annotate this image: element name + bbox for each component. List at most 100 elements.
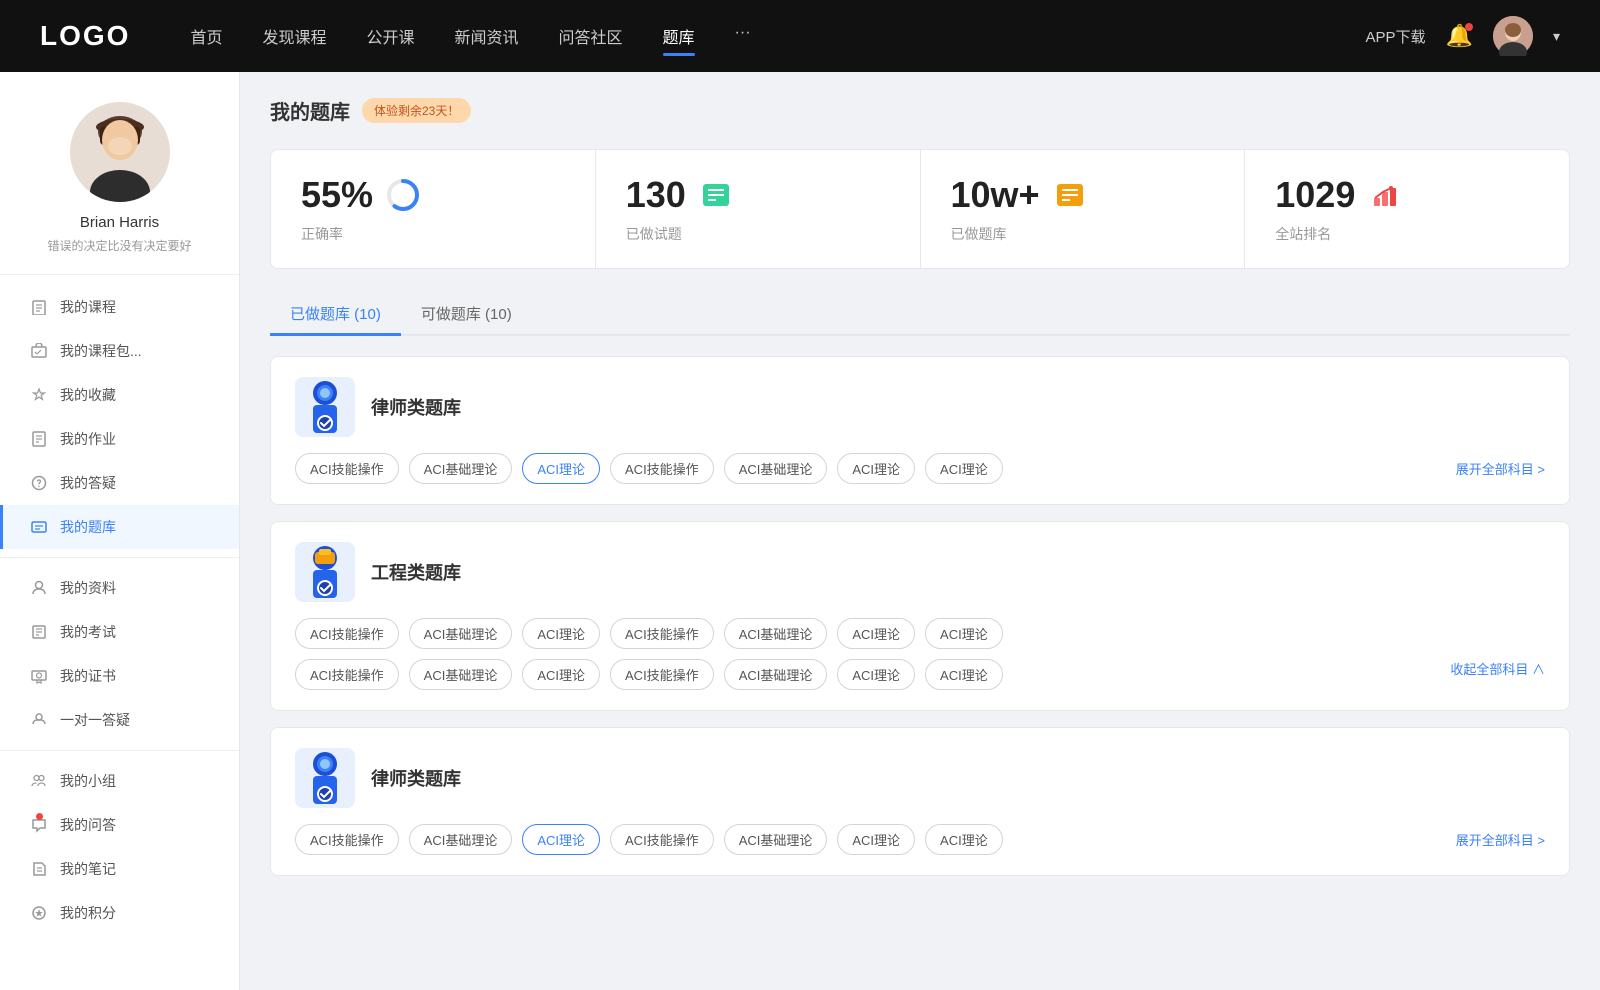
sidebar-item-questions[interactable]: 我的答疑 <box>0 461 239 505</box>
main-content: 我的题库 体验剩余23天！ 55% 正确率 13 <box>240 72 1600 990</box>
eng-tag2-0[interactable]: ACI技能操作 <box>295 659 399 690</box>
sidebar-menu: 我的课程 我的课程包... 我的收藏 我的作业 <box>0 275 239 945</box>
nav-home[interactable]: 首页 <box>190 20 222 52</box>
eng-tag2-1[interactable]: ACI基础理论 <box>409 659 513 690</box>
stats-row: 55% 正确率 130 <box>270 149 1570 269</box>
expand-link-lawyer-1[interactable]: 展开全部科目 > <box>1456 459 1545 478</box>
tag-0[interactable]: ACI技能操作 <box>295 453 399 484</box>
page-title: 我的题库 <box>270 96 350 125</box>
tags-row-lawyer-2: ACI技能操作 ACI基础理论 ACI理论 ACI技能操作 ACI基础理论 AC… <box>295 824 1545 855</box>
nav-questionbank[interactable]: 题库 <box>663 20 695 52</box>
sidebar-label: 我的问答 <box>60 815 116 835</box>
eng-tag-2[interactable]: ACI理论 <box>522 618 600 649</box>
sidebar-label: 我的资料 <box>60 578 116 598</box>
sidebar-item-tutor[interactable]: 一对一答疑 <box>0 698 239 742</box>
avatar[interactable] <box>1493 16 1533 56</box>
eng-tag-6[interactable]: ACI理论 <box>925 618 1003 649</box>
stat-ranking: 1029 全站排名 <box>1245 150 1569 268</box>
law2-tag-3[interactable]: ACI技能操作 <box>610 824 714 855</box>
tag-4[interactable]: ACI基础理论 <box>724 453 828 484</box>
law2-tag-2[interactable]: ACI理论 <box>522 824 600 855</box>
sidebar-label: 一对一答疑 <box>60 710 130 730</box>
bank-card-engineering: 工程类题库 ACI技能操作 ACI基础理论 ACI理论 ACI技能操作 ACI基… <box>270 521 1570 711</box>
ranking-value: 1029 <box>1275 174 1355 216</box>
bank-card-header: 工程类题库 <box>295 542 1545 602</box>
eng-tag2-3[interactable]: ACI技能操作 <box>610 659 714 690</box>
eng-tag-4[interactable]: ACI基础理论 <box>724 618 828 649</box>
sidebar-item-homework[interactable]: 我的作业 <box>0 417 239 461</box>
ranking-icon <box>1367 177 1403 213</box>
bank-title-lawyer-1: 律师类题库 <box>371 394 461 420</box>
qa-dot <box>36 813 43 820</box>
nav-news[interactable]: 新闻资讯 <box>455 20 519 52</box>
stat-done-questions: 130 已做试题 <box>596 150 921 268</box>
sidebar-label: 我的课程 <box>60 297 116 317</box>
trial-badge[interactable]: 体验剩余23天！ <box>362 98 471 123</box>
tag-5[interactable]: ACI理论 <box>837 453 915 484</box>
tags-row-lawyer-1: ACI技能操作 ACI基础理论 ACI理论 ACI技能操作 ACI基础理论 AC… <box>295 453 1545 484</box>
sidebar-item-favorites[interactable]: 我的收藏 <box>0 373 239 417</box>
eng-tag2-2[interactable]: ACI理论 <box>522 659 600 690</box>
sidebar-item-points[interactable]: 我的积分 <box>0 891 239 935</box>
tab-done-banks[interactable]: 已做题库 (10) <box>270 293 401 334</box>
sidebar-item-certificate[interactable]: 我的证书 <box>0 654 239 698</box>
sidebar-item-course-package[interactable]: 我的课程包... <box>0 329 239 373</box>
exam-icon <box>30 623 48 641</box>
sidebar: Brian Harris 错误的决定比没有决定要好 我的课程 我的课程包... <box>0 72 240 990</box>
done-questions-label: 已做试题 <box>626 224 890 244</box>
eng-tag-1[interactable]: ACI基础理论 <box>409 618 513 649</box>
nav-qa[interactable]: 问答社区 <box>559 20 623 52</box>
sidebar-label: 我的笔记 <box>60 859 116 879</box>
done-questions-icon <box>698 177 734 213</box>
homework-icon <box>30 430 48 448</box>
question-icon <box>30 474 48 492</box>
eng-tag2-6[interactable]: ACI理论 <box>925 659 1003 690</box>
tag-2[interactable]: ACI理论 <box>522 453 600 484</box>
sidebar-label: 我的作业 <box>60 429 116 449</box>
account-dropdown-icon[interactable]: ▾ <box>1553 28 1560 45</box>
stat-header: 55% <box>301 174 565 216</box>
bank-card-lawyer-1: 律师类题库 ACI技能操作 ACI基础理论 ACI理论 ACI技能操作 ACI基… <box>270 356 1570 505</box>
sidebar-divider <box>0 557 239 558</box>
expand-link-lawyer-2[interactable]: 展开全部科目 > <box>1456 830 1545 849</box>
top-navigation: LOGO 首页 发现课程 公开课 新闻资讯 问答社区 题库 ··· APP下载 … <box>0 0 1600 72</box>
tutor-icon <box>30 711 48 729</box>
law2-tag-4[interactable]: ACI基础理论 <box>724 824 828 855</box>
app-download-link[interactable]: APP下载 <box>1366 26 1426 47</box>
done-banks-value: 10w+ <box>951 174 1040 216</box>
sidebar-item-my-qa[interactable]: 我的问答 <box>0 803 239 847</box>
nav-more[interactable]: ··· <box>735 20 751 52</box>
sidebar-item-my-courses[interactable]: 我的课程 <box>0 285 239 329</box>
sidebar-item-question-bank[interactable]: 我的题库 <box>0 505 239 549</box>
eng-tag-5[interactable]: ACI理论 <box>837 618 915 649</box>
sidebar-label: 我的题库 <box>60 517 116 537</box>
sidebar-item-profile[interactable]: 我的资料 <box>0 566 239 610</box>
tab-available-banks[interactable]: 可做题库 (10) <box>401 293 532 334</box>
bank-card-header: 律师类题库 <box>295 748 1545 808</box>
sidebar-label: 我的积分 <box>60 903 116 923</box>
eng-tag2-4[interactable]: ACI基础理论 <box>724 659 828 690</box>
sidebar-item-exam[interactable]: 我的考试 <box>0 610 239 654</box>
eng-tag-0[interactable]: ACI技能操作 <box>295 618 399 649</box>
tag-3[interactable]: ACI技能操作 <box>610 453 714 484</box>
tag-1[interactable]: ACI基础理论 <box>409 453 513 484</box>
eng-tag2-5[interactable]: ACI理论 <box>837 659 915 690</box>
bank-card-header: 律师类题库 <box>295 377 1545 437</box>
tag-6[interactable]: ACI理论 <box>925 453 1003 484</box>
bank-icon-engineering <box>295 542 355 602</box>
collapse-link-engineering[interactable]: 收起全部科目 ∧ <box>1450 659 1545 690</box>
sidebar-item-notes[interactable]: 我的笔记 <box>0 847 239 891</box>
tags-row-engineering-1: ACI技能操作 ACI基础理论 ACI理论 ACI技能操作 ACI基础理论 AC… <box>295 618 1545 649</box>
law2-tag-1[interactable]: ACI基础理论 <box>409 824 513 855</box>
notification-bell-icon[interactable]: 🔔 <box>1446 23 1473 49</box>
law2-tag-6[interactable]: ACI理论 <box>925 824 1003 855</box>
nav-discover[interactable]: 发现课程 <box>262 20 326 52</box>
law2-tag-0[interactable]: ACI技能操作 <box>295 824 399 855</box>
sidebar-item-group[interactable]: 我的小组 <box>0 759 239 803</box>
done-banks-icon <box>1052 177 1088 213</box>
law2-tag-5[interactable]: ACI理论 <box>837 824 915 855</box>
nav-opencourse[interactable]: 公开课 <box>366 20 414 52</box>
eng-tag-3[interactable]: ACI技能操作 <box>610 618 714 649</box>
stat-header: 1029 <box>1275 174 1539 216</box>
logo[interactable]: LOGO <box>40 20 130 52</box>
